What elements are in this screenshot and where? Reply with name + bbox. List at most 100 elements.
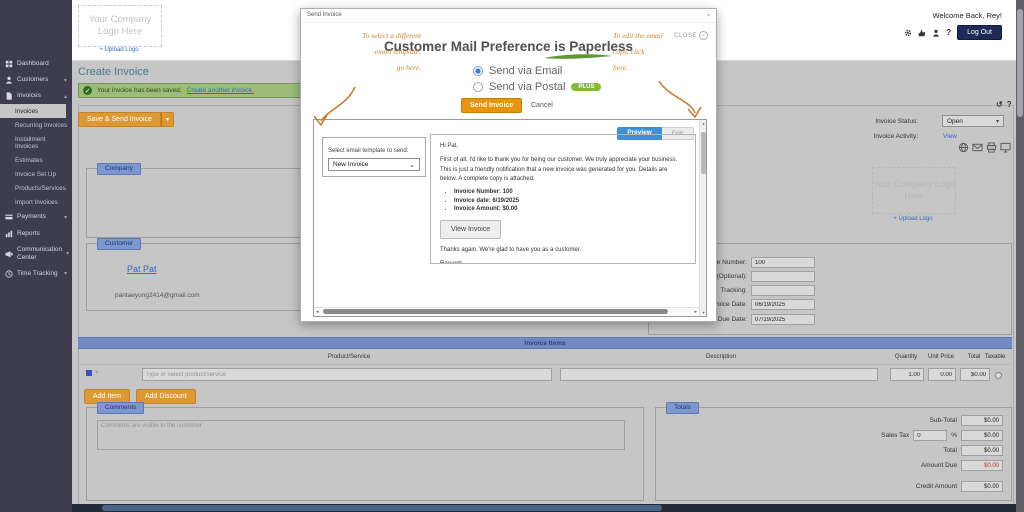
save-send-dropdown-caret[interactable]: ▾ [161, 112, 174, 127]
alert-text: Your invoice has been saved. [97, 87, 182, 94]
history-icon[interactable]: ↺ [996, 100, 1003, 109]
total-value: $0.00 [961, 445, 1003, 456]
scrollbar-thumb[interactable] [323, 309, 668, 314]
add-discount-button[interactable]: Add Discount [136, 389, 196, 404]
comments-textarea[interactable] [97, 420, 625, 450]
monitor-icon[interactable] [1000, 142, 1011, 153]
upload-logo-link[interactable]: + Upload Logo [78, 47, 160, 53]
invoice-status-select[interactable]: Open▾ [942, 115, 1004, 127]
scroll-down-icon[interactable]: ▼ [700, 310, 707, 315]
customer-email: pantaeyung2414@gmail.com [115, 292, 200, 299]
panel-horizontal-scrollbar[interactable]: ◂ ▸ [314, 307, 699, 316]
template-picker-label: Select email template to send: [328, 148, 408, 154]
amount-due-label: Amount Due [921, 462, 957, 469]
unit-price-input[interactable] [928, 368, 956, 381]
plus-badge: PLUS [571, 83, 601, 91]
invoice-items-title: Invoice Items [524, 340, 565, 347]
send-via-email-option[interactable]: Send via Email [473, 65, 601, 77]
description-input[interactable] [560, 368, 878, 381]
thumbs-up-icon[interactable] [918, 29, 926, 37]
sidebar-item-customers[interactable]: Customers ▾ [0, 72, 72, 88]
row-handle-icon[interactable] [86, 370, 92, 376]
company-logo-placeholder[interactable]: Your Company Logo Here [78, 5, 162, 47]
radio-unselected-icon[interactable] [473, 82, 483, 92]
app-root: Dashboard Customers ▾ Invoices ▴ Invoice… [0, 0, 1024, 512]
due-date-input[interactable] [751, 314, 815, 325]
invoice-items-header-bar: Invoice Items [78, 337, 1012, 349]
help-icon[interactable]: ? [1007, 100, 1012, 109]
scroll-left-icon[interactable]: ◂ [316, 309, 319, 315]
sidebar-subitem-estimates[interactable]: Estimates [0, 153, 72, 167]
invoice-logo-placeholder[interactable]: Your Company Logo Here [872, 167, 956, 214]
sidebar-subitem-recurring-invoices[interactable]: Recurring Invoices [0, 118, 72, 132]
sales-tax-rate-input[interactable] [913, 430, 947, 441]
help-icon[interactable]: ? [946, 28, 951, 37]
po-number-input[interactable] [751, 271, 815, 282]
send-via-postal-option[interactable]: Send via Postal PLUS [473, 81, 601, 93]
modal-titlebar: Send Invoice ▾ [301, 9, 716, 23]
print-icon[interactable] [986, 142, 997, 153]
sales-tax-row: Sales Tax % $0.00 [881, 430, 1003, 441]
chevron-down-icon: ▾ [64, 214, 67, 221]
taxable-checkbox[interactable] [995, 372, 1002, 379]
invoice-activity-label: Invoice Activity: [858, 133, 918, 140]
card-icon [5, 213, 13, 221]
globe-icon[interactable] [958, 142, 969, 153]
email-icon[interactable] [972, 142, 983, 153]
save-send-invoice-button[interactable]: Save & Send Invoice [78, 112, 161, 127]
scrollbar-thumb[interactable] [701, 132, 706, 174]
template-select[interactable]: New Invoice ⌄ [328, 158, 420, 171]
subtotal-value: $0.00 [961, 415, 1003, 426]
email-body-text: First of all, I'd like to thank you for … [440, 156, 686, 184]
col-description: Description [560, 354, 882, 360]
sidebar-subitem-installment-invoices[interactable]: Installment Invoices [0, 132, 72, 153]
create-another-invoice-link[interactable]: Create another invoice. [187, 87, 254, 94]
scrollbar-thumb[interactable] [1017, 9, 1023, 117]
scrollbar-thumb[interactable] [102, 505, 662, 511]
sidebar-subitem-invoices[interactable]: Invoices [0, 104, 66, 118]
radio-selected-icon[interactable] [473, 66, 483, 76]
upload-logo-link[interactable]: + Upload Logo [872, 216, 954, 222]
sidebar-subitem-invoice-set-up[interactable]: Invoice Set Up [0, 167, 72, 181]
chevron-down-icon: ▾ [707, 12, 710, 19]
amount-due-value: $0.00 [961, 460, 1003, 471]
sidebar-item-invoices[interactable]: Invoices ▴ [0, 88, 72, 104]
total-input[interactable] [960, 368, 990, 381]
invoice-number-input[interactable] [751, 257, 815, 268]
scroll-right-icon[interactable]: ▸ [694, 309, 697, 315]
user-icon[interactable] [932, 29, 940, 37]
invoice-date-input[interactable] [751, 299, 815, 310]
modal-send-invoice-button[interactable]: Send Invoice [461, 98, 522, 113]
percent-sign: % [951, 432, 957, 439]
logout-button[interactable]: Log Out [957, 25, 1002, 40]
annotation-arrow-left [309, 85, 361, 133]
quantity-input[interactable] [890, 368, 924, 381]
mail-option-group: Send via Email Send via Postal PLUS [473, 65, 601, 97]
sidebar-subitem-products-services[interactable]: Products/Services [0, 181, 72, 195]
email-greeting: Hi Pat, [440, 142, 686, 151]
customer-section-label: Customer [97, 238, 141, 250]
tracking-input[interactable] [751, 285, 815, 296]
sidebar-item-dashboard[interactable]: Dashboard [0, 56, 72, 72]
page-horizontal-scrollbar[interactable] [72, 504, 1016, 512]
customer-name-link[interactable]: Pat Pat [127, 264, 157, 274]
sidebar-item-time-tracking[interactable]: Time Tracking ▾ [0, 266, 72, 282]
annotation-arrow-right [653, 79, 705, 125]
sidebar-item-communication-center[interactable]: Communication Center ▾ [0, 242, 72, 266]
product-service-input[interactable] [142, 368, 552, 381]
sidebar-item-payments[interactable]: Payments ▾ [0, 209, 72, 225]
email-closing: Thanks again. We're glad to have you as … [440, 246, 686, 255]
page-vertical-scrollbar[interactable] [1016, 0, 1024, 512]
green-underline-swoosh [543, 53, 613, 60]
sidebar-subitem-import-invoices[interactable]: Import Invoices [0, 195, 72, 209]
panel-vertical-scrollbar[interactable]: ▲ ▼ [699, 120, 706, 316]
sidebar-item-reports[interactable]: Reports [0, 226, 72, 242]
view-invoice-button[interactable]: View Invoice [440, 220, 501, 239]
delete-row-icon[interactable]: × [95, 370, 99, 376]
cancel-link[interactable]: Cancel [531, 102, 553, 109]
template-picker: Select email template to send: New Invoi… [322, 137, 426, 177]
sales-tax-value: $0.00 [961, 430, 1003, 441]
col-taxable: Taxable [978, 354, 1012, 360]
invoice-activity-view-link[interactable]: View [943, 133, 957, 140]
gear-icon[interactable] [904, 29, 912, 37]
